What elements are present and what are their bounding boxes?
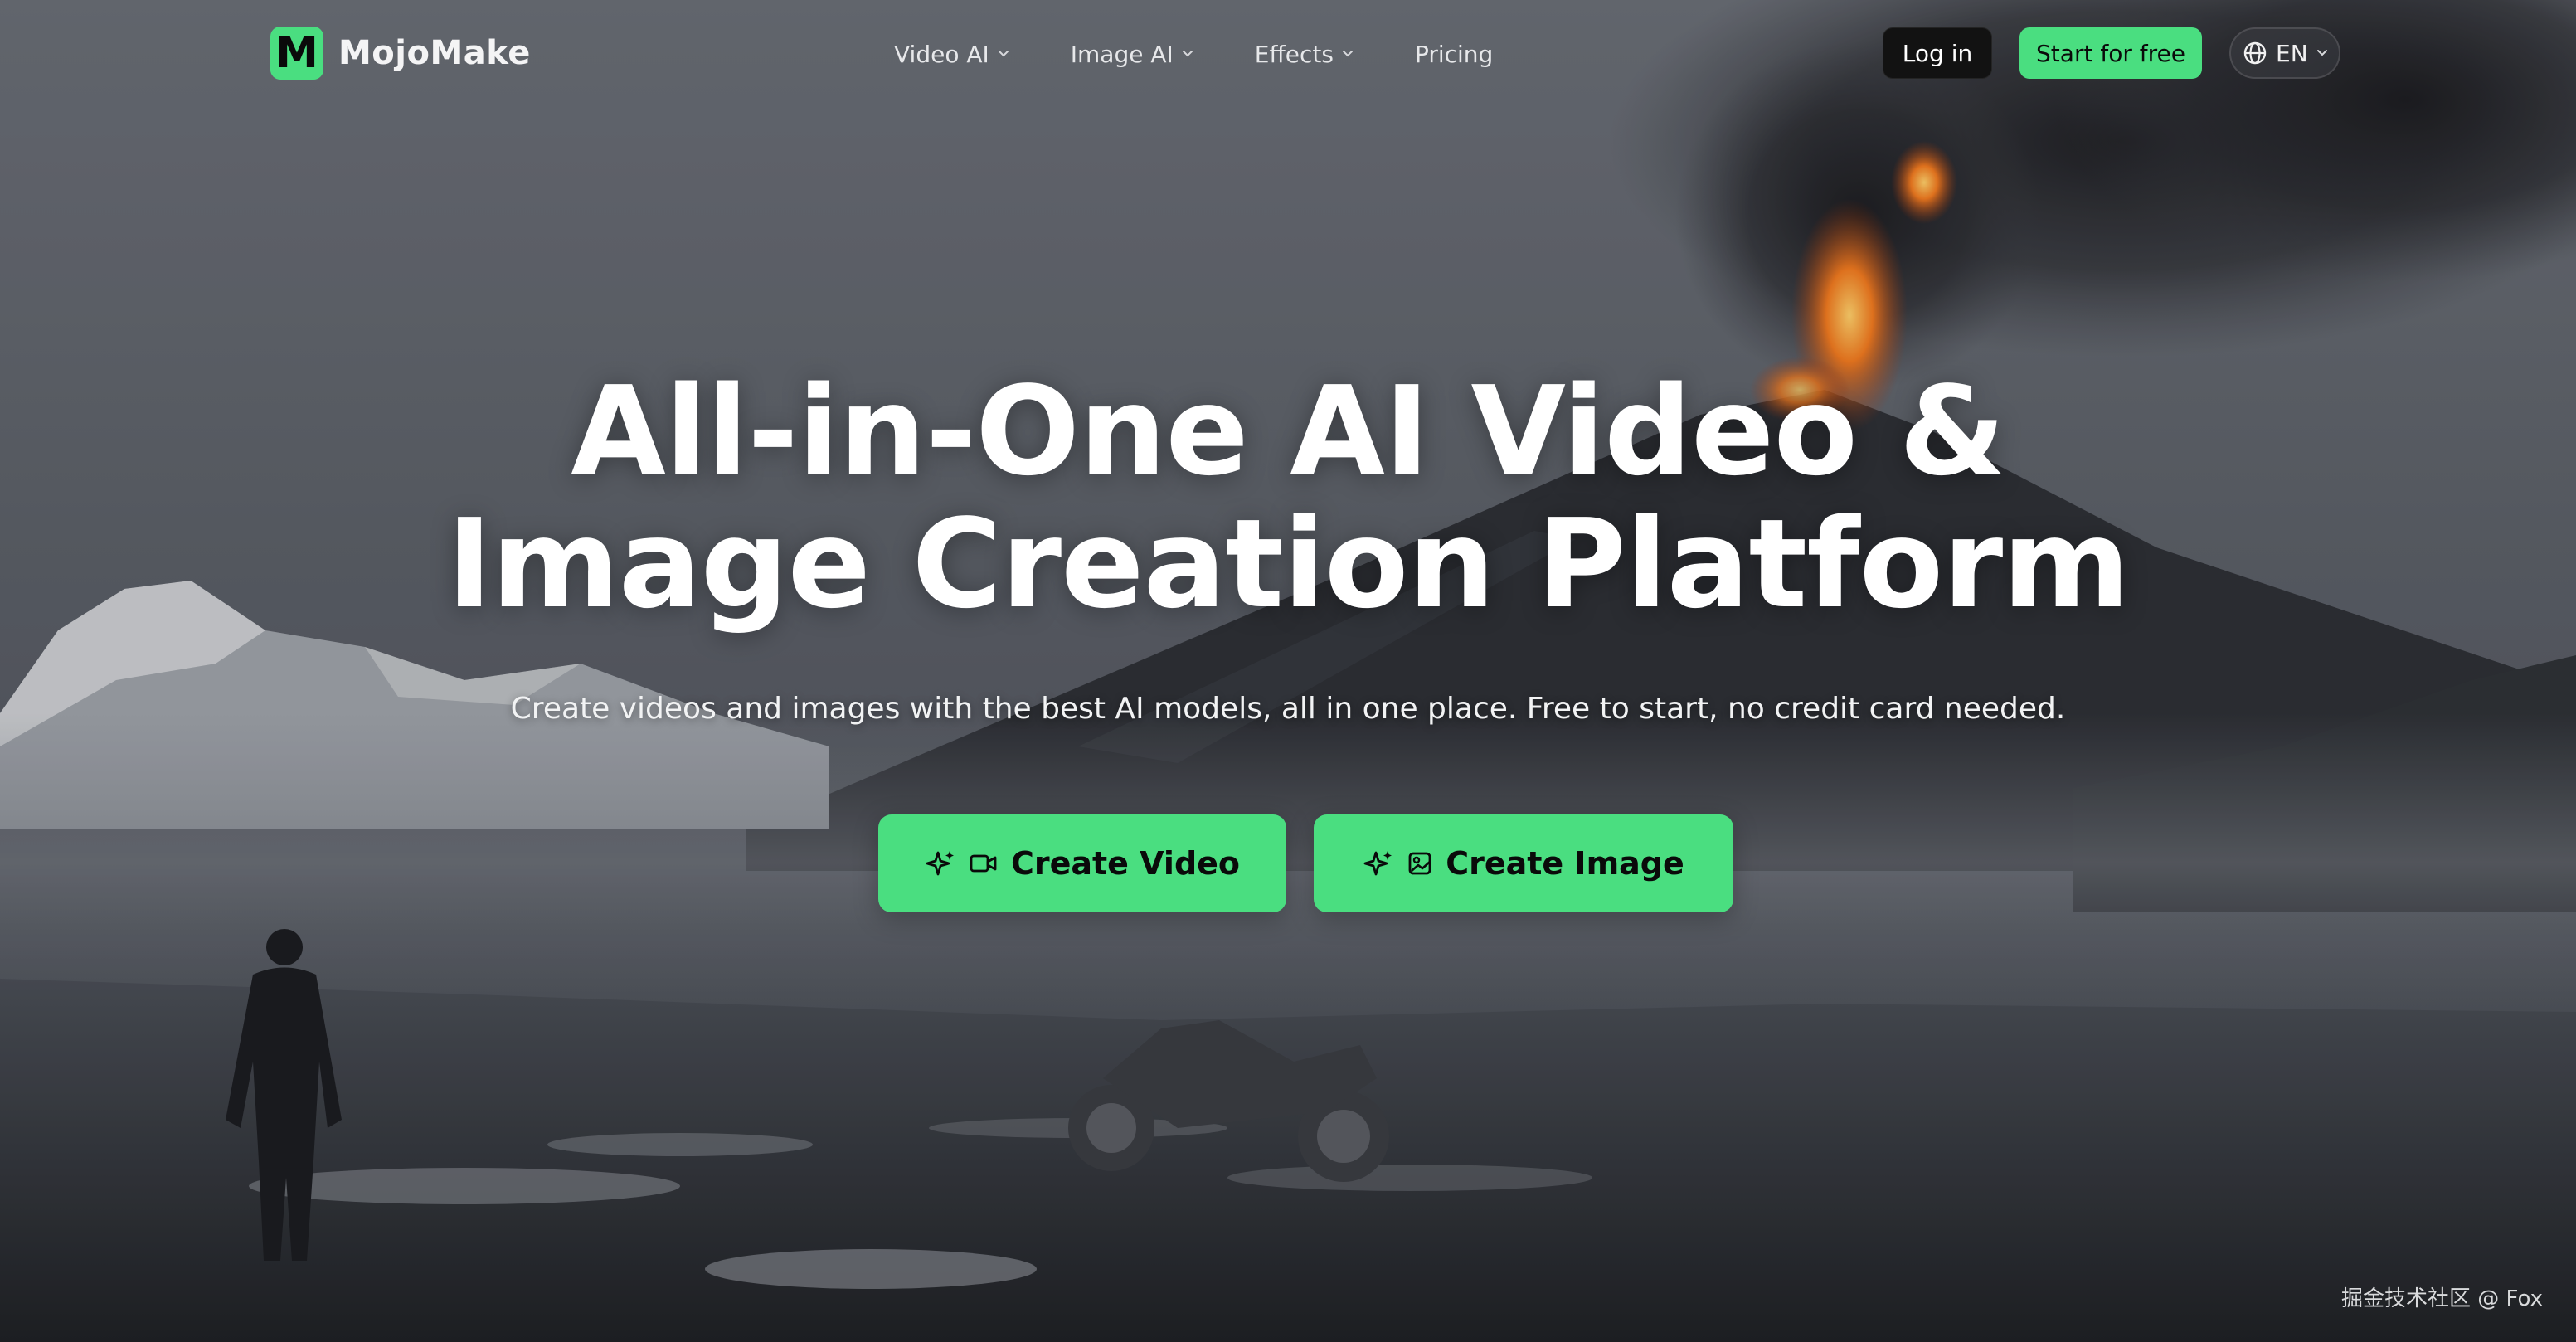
nav-item-pricing[interactable]: Pricing <box>1415 32 1493 76</box>
video-camera-icon <box>970 854 997 873</box>
login-button[interactable]: Log in <box>1883 27 1992 79</box>
sparkle-icon <box>926 851 954 876</box>
sparkle-icon <box>1363 851 1392 876</box>
watermark-text: 掘金技术社区 @ Fox <box>2340 1286 2543 1311</box>
create-image-button[interactable]: Create Image <box>1314 814 1733 912</box>
create-video-label: Create Video <box>1010 845 1241 882</box>
hero-title: All-in-One AI Video & Image Creation Pla… <box>0 365 2576 630</box>
nav-item-label: Image AI <box>1070 40 1174 68</box>
language-code: EN <box>2276 39 2308 67</box>
chevron-down-icon <box>1342 51 1353 57</box>
nav-item-label: Video AI <box>894 40 989 68</box>
main-menu: Video AI Image AI Effects Pricing <box>894 32 1493 76</box>
nav-item-label: Pricing <box>1414 40 1494 68</box>
brand-name: MojoMake <box>338 34 531 72</box>
globe-icon <box>2243 41 2267 65</box>
chevron-down-icon <box>998 51 1009 57</box>
nav-item-label: Effects <box>1254 40 1334 68</box>
chevron-down-icon <box>1182 51 1193 57</box>
create-image-label: Create Image <box>1446 845 1684 882</box>
create-video-button[interactable]: Create Video <box>878 814 1286 912</box>
hero-title-line-2: Image Creation Platform <box>446 493 2131 635</box>
brand-logo[interactable]: M MojoMake <box>270 27 531 80</box>
nav-item-video-ai[interactable]: Video AI <box>894 32 1009 76</box>
image-icon <box>1408 852 1431 875</box>
hero-background-image <box>0 0 2576 1342</box>
hero-subtitle: Create videos and images with the best A… <box>510 692 2066 726</box>
logo-mark-icon: M <box>270 27 323 80</box>
nav-item-effects[interactable]: Effects <box>1255 32 1354 76</box>
hero-title-line-1: All-in-One AI Video & <box>571 360 2005 503</box>
language-selector[interactable]: EN <box>2229 27 2340 79</box>
nav-item-image-ai[interactable]: Image AI <box>1071 32 1193 76</box>
start-for-free-button[interactable]: Start for free <box>2019 27 2202 79</box>
chevron-down-icon <box>2316 50 2327 56</box>
top-navbar: M MojoMake Video AI Image AI Effects Pri… <box>0 0 2576 108</box>
